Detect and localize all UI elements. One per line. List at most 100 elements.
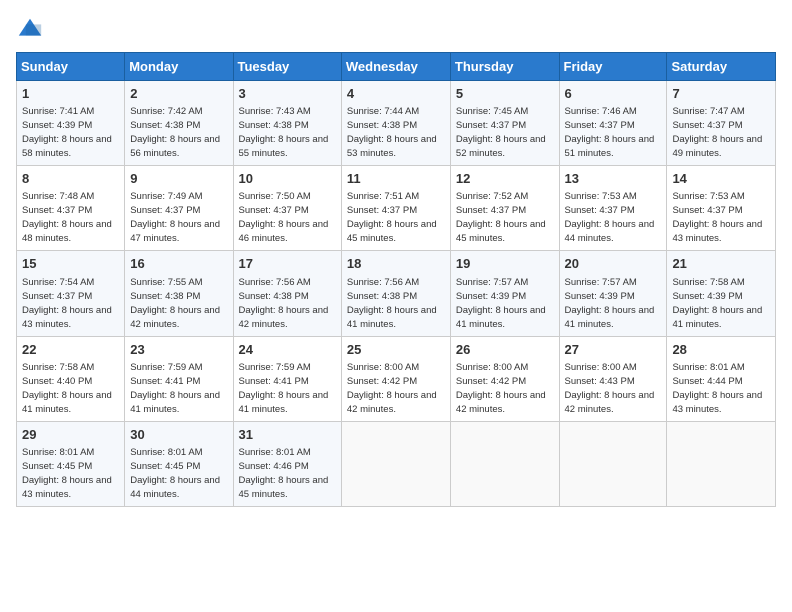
calendar-cell: 11 Sunrise: 7:51 AMSunset: 4:37 PMDayligh… [341,166,450,251]
day-info: Sunrise: 7:54 AMSunset: 4:37 PMDaylight:… [22,277,112,330]
day-number: 13 [565,170,662,188]
calendar-cell: 1 Sunrise: 7:41 AMSunset: 4:39 PMDaylight… [17,81,125,166]
day-number: 25 [347,341,445,359]
day-number: 6 [565,85,662,103]
day-number: 18 [347,255,445,273]
day-number: 7 [672,85,770,103]
day-number: 21 [672,255,770,273]
calendar-cell: 5 Sunrise: 7:45 AMSunset: 4:37 PMDaylight… [450,81,559,166]
calendar-cell: 16 Sunrise: 7:55 AMSunset: 4:38 PMDayligh… [125,251,233,336]
calendar-cell: 12 Sunrise: 7:52 AMSunset: 4:37 PMDayligh… [450,166,559,251]
calendar-cell: 31 Sunrise: 8:01 AMSunset: 4:46 PMDayligh… [233,421,341,506]
day-number: 4 [347,85,445,103]
calendar-cell: 15 Sunrise: 7:54 AMSunset: 4:37 PMDayligh… [17,251,125,336]
column-header-monday: Monday [125,53,233,81]
column-header-sunday: Sunday [17,53,125,81]
column-header-tuesday: Tuesday [233,53,341,81]
day-info: Sunrise: 7:57 AMSunset: 4:39 PMDaylight:… [456,277,546,330]
calendar-cell: 9 Sunrise: 7:49 AMSunset: 4:37 PMDaylight… [125,166,233,251]
day-info: Sunrise: 7:44 AMSunset: 4:38 PMDaylight:… [347,106,437,159]
day-info: Sunrise: 7:59 AMSunset: 4:41 PMDaylight:… [130,362,220,415]
day-info: Sunrise: 8:01 AMSunset: 4:46 PMDaylight:… [239,447,329,500]
day-number: 24 [239,341,336,359]
day-number: 10 [239,170,336,188]
day-info: Sunrise: 7:41 AMSunset: 4:39 PMDaylight:… [22,106,112,159]
day-number: 31 [239,426,336,444]
day-info: Sunrise: 7:50 AMSunset: 4:37 PMDaylight:… [239,191,329,244]
column-header-saturday: Saturday [667,53,776,81]
day-number: 27 [565,341,662,359]
day-number: 23 [130,341,227,359]
calendar-cell [450,421,559,506]
day-info: Sunrise: 7:43 AMSunset: 4:38 PMDaylight:… [239,106,329,159]
day-number: 20 [565,255,662,273]
day-info: Sunrise: 7:53 AMSunset: 4:37 PMDaylight:… [672,191,762,244]
day-number: 9 [130,170,227,188]
day-info: Sunrise: 7:58 AMSunset: 4:40 PMDaylight:… [22,362,112,415]
calendar-cell: 29 Sunrise: 8:01 AMSunset: 4:45 PMDayligh… [17,421,125,506]
calendar-cell [341,421,450,506]
logo-icon [16,16,44,44]
day-info: Sunrise: 8:01 AMSunset: 4:44 PMDaylight:… [672,362,762,415]
calendar-cell: 4 Sunrise: 7:44 AMSunset: 4:38 PMDaylight… [341,81,450,166]
day-info: Sunrise: 7:48 AMSunset: 4:37 PMDaylight:… [22,191,112,244]
day-info: Sunrise: 8:01 AMSunset: 4:45 PMDaylight:… [22,447,112,500]
calendar-cell: 25 Sunrise: 8:00 AMSunset: 4:42 PMDayligh… [341,336,450,421]
column-header-friday: Friday [559,53,667,81]
day-number: 19 [456,255,554,273]
calendar-cell: 13 Sunrise: 7:53 AMSunset: 4:37 PMDayligh… [559,166,667,251]
logo [16,16,48,44]
day-number: 12 [456,170,554,188]
day-number: 29 [22,426,119,444]
day-number: 3 [239,85,336,103]
day-info: Sunrise: 7:56 AMSunset: 4:38 PMDaylight:… [347,277,437,330]
calendar-cell: 14Sunrise: 7:53 AMSunset: 4:37 PMDayligh… [667,166,776,251]
calendar-cell: 26Sunrise: 8:00 AMSunset: 4:42 PMDayligh… [450,336,559,421]
page-header [16,16,776,44]
calendar-cell: 23 Sunrise: 7:59 AMSunset: 4:41 PMDayligh… [125,336,233,421]
day-number: 11 [347,170,445,188]
calendar-cell: 27Sunrise: 8:00 AMSunset: 4:43 PMDayligh… [559,336,667,421]
day-number: 8 [22,170,119,188]
calendar-cell: 6 Sunrise: 7:46 AMSunset: 4:37 PMDaylight… [559,81,667,166]
day-info: Sunrise: 7:55 AMSunset: 4:38 PMDaylight:… [130,277,220,330]
day-info: Sunrise: 8:00 AMSunset: 4:42 PMDaylight:… [347,362,437,415]
calendar-cell: 18 Sunrise: 7:56 AMSunset: 4:38 PMDayligh… [341,251,450,336]
calendar-cell: 8 Sunrise: 7:48 AMSunset: 4:37 PMDaylight… [17,166,125,251]
calendar-cell: 7 Sunrise: 7:47 AMSunset: 4:37 PMDaylight… [667,81,776,166]
calendar-cell: 28 Sunrise: 8:01 AMSunset: 4:44 PMDayligh… [667,336,776,421]
calendar-cell: 22 Sunrise: 7:58 AMSunset: 4:40 PMDayligh… [17,336,125,421]
day-info: Sunrise: 7:56 AMSunset: 4:38 PMDaylight:… [239,277,329,330]
calendar-cell: 3 Sunrise: 7:43 AMSunset: 4:38 PMDaylight… [233,81,341,166]
day-info: Sunrise: 7:46 AMSunset: 4:37 PMDaylight:… [565,106,655,159]
calendar-cell [667,421,776,506]
day-info: Sunrise: 7:49 AMSunset: 4:37 PMDaylight:… [130,191,220,244]
day-info: Sunrise: 7:58 AMSunset: 4:39 PMDaylight:… [672,277,762,330]
day-number: 2 [130,85,227,103]
column-header-thursday: Thursday [450,53,559,81]
calendar-cell: 21 Sunrise: 7:58 AMSunset: 4:39 PMDayligh… [667,251,776,336]
day-number: 30 [130,426,227,444]
day-info: Sunrise: 7:51 AMSunset: 4:37 PMDaylight:… [347,191,437,244]
day-info: Sunrise: 7:57 AMSunset: 4:39 PMDaylight:… [565,277,655,330]
day-number: 22 [22,341,119,359]
calendar-cell: 19 Sunrise: 7:57 AMSunset: 4:39 PMDayligh… [450,251,559,336]
calendar-cell: 30 Sunrise: 8:01 AMSunset: 4:45 PMDayligh… [125,421,233,506]
day-number: 26 [456,341,554,359]
calendar-cell: 2Sunrise: 7:42 AMSunset: 4:38 PMDaylight… [125,81,233,166]
day-number: 15 [22,255,119,273]
day-number: 1 [22,85,119,103]
day-info: Sunrise: 8:01 AMSunset: 4:45 PMDaylight:… [130,447,220,500]
day-info: Sunrise: 7:45 AMSunset: 4:37 PMDaylight:… [456,106,546,159]
day-info: Sunrise: 7:53 AMSunset: 4:37 PMDaylight:… [565,191,655,244]
day-info: Sunrise: 7:59 AMSunset: 4:41 PMDaylight:… [239,362,329,415]
day-info: Sunrise: 7:47 AMSunset: 4:37 PMDaylight:… [672,106,762,159]
day-info: Sunrise: 7:52 AMSunset: 4:37 PMDaylight:… [456,191,546,244]
day-number: 28 [672,341,770,359]
calendar-header: SundayMondayTuesdayWednesdayThursdayFrid… [17,53,776,81]
column-header-wednesday: Wednesday [341,53,450,81]
calendar-cell: 20 Sunrise: 7:57 AMSunset: 4:39 PMDayligh… [559,251,667,336]
day-number: 16 [130,255,227,273]
day-number: 5 [456,85,554,103]
calendar-cell: 17Sunrise: 7:56 AMSunset: 4:38 PMDayligh… [233,251,341,336]
